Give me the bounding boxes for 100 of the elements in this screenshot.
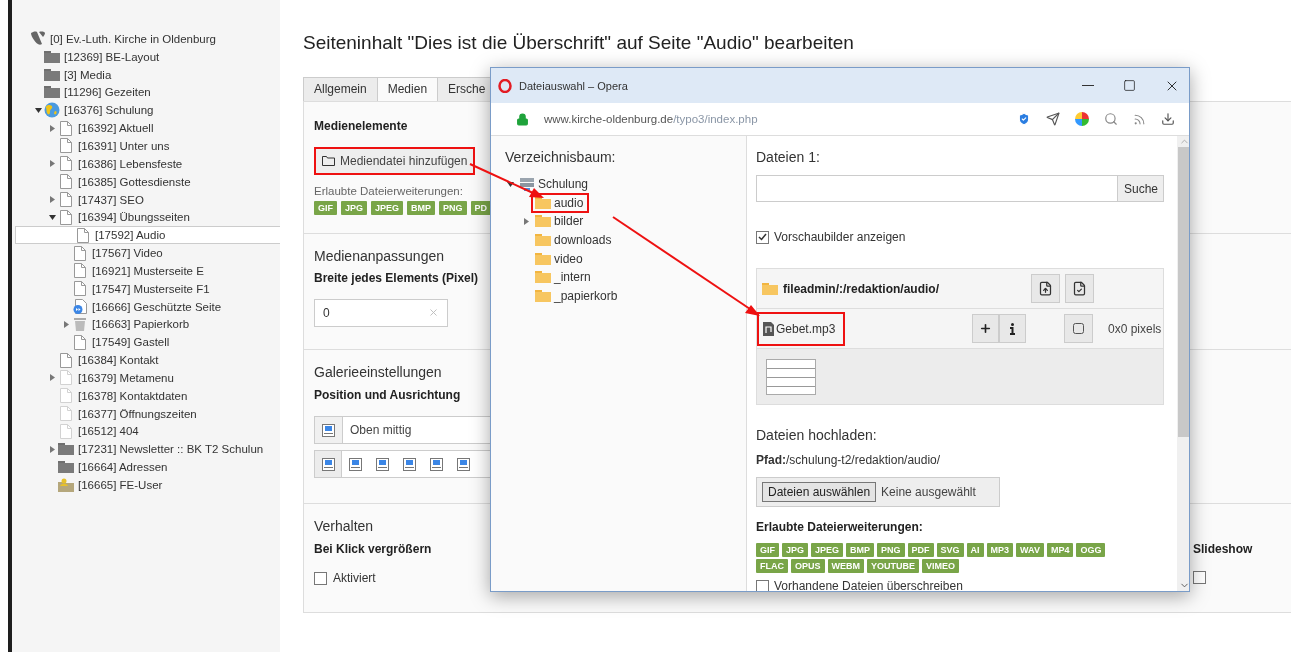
checkbox[interactable]: [756, 579, 769, 591]
tree-row[interactable]: [17549] Gastell: [12, 333, 280, 352]
folder-tree-item[interactable]: audio: [554, 195, 584, 210]
choose-files-button[interactable]: Dateien auswählen: [762, 482, 877, 502]
tree-item-label[interactable]: [16921] Musterseite E: [92, 264, 204, 277]
width-field[interactable]: 0: [314, 298, 448, 327]
page-icon: [74, 245, 86, 261]
caret-right-icon[interactable]: [49, 160, 55, 168]
url-text[interactable]: www.kirche-oldenburg.de/typo3/index.php: [544, 113, 1002, 125]
tree-item-label[interactable]: [16386] Lebensfeste: [78, 157, 183, 170]
tree-item-label[interactable]: [17567] Video: [92, 247, 163, 260]
tree-row[interactable]: [12369] BE-Layout: [12, 47, 280, 66]
tree-item-label[interactable]: [17549] Gastell: [92, 336, 170, 349]
tab[interactable]: Allgemein: [303, 77, 378, 101]
info-button[interactable]: [999, 314, 1026, 343]
tree-row[interactable]: [16391] Unter uns: [12, 137, 280, 155]
caret-right-icon[interactable]: [49, 374, 55, 382]
search-field[interactable]: [756, 175, 1118, 202]
page-icon: [60, 192, 72, 207]
select-file-button[interactable]: [1064, 314, 1093, 343]
folder-tree-item[interactable]: video: [554, 251, 583, 266]
add-media-button[interactable]: Mediendatei hinzufügen: [314, 147, 476, 175]
folder-tree-item[interactable]: Schulung: [538, 177, 589, 192]
caret-down-icon[interactable]: [506, 181, 514, 187]
tree-row[interactable]: [16376] Schulung: [12, 101, 280, 120]
caret-right-icon[interactable]: [49, 196, 55, 203]
tree-row[interactable]: [16665] FE-User: [12, 476, 280, 494]
tree-row[interactable]: [17231] Newsletter :: BK T2 Schulun: [12, 440, 280, 459]
tree-row[interactable]: [3] Media: [12, 65, 280, 84]
search-button[interactable]: Suche: [1118, 175, 1164, 202]
caret-down-icon[interactable]: [34, 107, 42, 113]
scrollbar[interactable]: [1177, 136, 1189, 591]
tree-item-label[interactable]: [16394] Übungsseiten: [78, 211, 190, 224]
tree-row[interactable]: [16666] Geschützte Seite: [12, 297, 280, 316]
tree-item-label[interactable]: [16378] Kontaktdaten: [78, 389, 188, 402]
tree-row[interactable]: [16378] Kontaktdaten: [12, 386, 280, 405]
folder-tree-item[interactable]: bilder: [554, 214, 584, 229]
tree-item-label[interactable]: [0] Ev.-Luth. Kirche in Oldenburg: [50, 32, 216, 45]
tree-item-label[interactable]: [17437] SEO: [78, 193, 144, 206]
tree-item-label[interactable]: [16376] Schulung: [64, 104, 154, 117]
tree-row[interactable]: [16512] 404: [12, 422, 280, 441]
tree-row[interactable]: [17567] Video: [12, 244, 280, 262]
caret-right-icon[interactable]: [49, 124, 55, 132]
tree-row[interactable]: [16385] Gottesdienste: [12, 172, 280, 191]
tree-row[interactable]: [16379] Metamenu: [12, 369, 280, 387]
tree-row[interactable]: [16663] Papierkorb: [12, 315, 280, 334]
tree-item-label[interactable]: [16384] Kontakt: [78, 354, 159, 367]
color-wheel-icon[interactable]: [1075, 112, 1089, 126]
folder-tree-item[interactable]: downloads: [554, 233, 612, 248]
position-option-button[interactable]: [315, 451, 342, 478]
tree-row[interactable]: [11296] Gezeiten: [12, 83, 280, 102]
caret-right-icon[interactable]: [523, 218, 529, 225]
file-name[interactable]: Gebet.mp3: [776, 321, 836, 336]
tree-item-label[interactable]: [16666] Geschützte Seite: [92, 300, 222, 313]
tree-row[interactable]: [16377] Öffnungszeiten: [12, 404, 280, 423]
download-icon[interactable]: [1161, 112, 1175, 126]
tree-row[interactable]: [16392] Aktuell: [12, 119, 280, 138]
caret-down-icon[interactable]: [48, 214, 56, 220]
shield-check-icon[interactable]: [1017, 112, 1031, 126]
folder-tree-item[interactable]: _papierkorb: [554, 288, 618, 303]
tree-row[interactable]: [16394] Übungsseiten: [12, 208, 280, 227]
checkbox[interactable]: [314, 571, 327, 585]
search-icon[interactable]: [1104, 112, 1118, 126]
tree-item-label[interactable]: [16663] Papierkorb: [92, 318, 190, 331]
tree-row[interactable]: [0] Ev.-Luth. Kirche in Oldenburg: [12, 30, 280, 48]
send-icon[interactable]: [1046, 112, 1060, 126]
upload-file-button[interactable]: [1031, 274, 1060, 303]
tree-item-label[interactable]: [17592] Audio: [95, 229, 166, 242]
tree-row[interactable]: [17437] SEO: [12, 190, 280, 209]
tree-item-label[interactable]: [16392] Aktuell: [78, 122, 154, 135]
tree-item-label[interactable]: [16512] 404: [78, 425, 139, 438]
checkbox[interactable]: [756, 230, 769, 244]
tab[interactable]: Medien: [376, 77, 439, 101]
tree-item-label[interactable]: [16665] FE-User: [78, 479, 163, 491]
page-icon: [74, 263, 86, 279]
tree-item-label[interactable]: [3] Media: [64, 68, 112, 81]
tree-row[interactable]: [16384] Kontakt: [12, 351, 280, 370]
checkbox[interactable]: [1193, 571, 1206, 585]
file-upload-field[interactable]: Dateien auswählen Keine ausgewählt: [756, 477, 1000, 507]
tree-row[interactable]: [16921] Musterseite E: [12, 261, 280, 280]
folder-tree-item[interactable]: _intern: [554, 270, 591, 285]
tree-item-label[interactable]: [16664] Adressen: [78, 461, 168, 474]
rss-icon[interactable]: [1133, 112, 1146, 126]
tree-row[interactable]: [17547] Musterseite F1: [12, 279, 280, 298]
tree-item-label[interactable]: [17547] Musterseite F1: [92, 282, 210, 295]
tree-item-label[interactable]: [12369] BE-Layout: [64, 50, 160, 63]
page-icon: [60, 406, 72, 422]
tree-row[interactable]: [16386] Lebensfeste: [12, 154, 280, 173]
caret-right-icon[interactable]: [49, 445, 55, 453]
tree-item-label[interactable]: [16391] Unter uns: [78, 140, 170, 152]
tree-item-label[interactable]: [16377] Öffnungszeiten: [78, 407, 197, 420]
select-files-button[interactable]: [1065, 274, 1094, 303]
tree-item-label[interactable]: [11296] Gezeiten: [64, 86, 151, 99]
tree-item-label[interactable]: [17231] Newsletter :: BK T2 Schulun: [78, 443, 264, 456]
tree-item-label[interactable]: [16385] Gottesdienste: [78, 175, 191, 188]
tree-row[interactable]: [16664] Adressen: [12, 458, 280, 477]
add-button[interactable]: [972, 314, 999, 343]
folder-icon: [58, 443, 74, 456]
caret-right-icon[interactable]: [63, 320, 69, 328]
tree-item-label[interactable]: [16379] Metamenu: [78, 371, 174, 384]
